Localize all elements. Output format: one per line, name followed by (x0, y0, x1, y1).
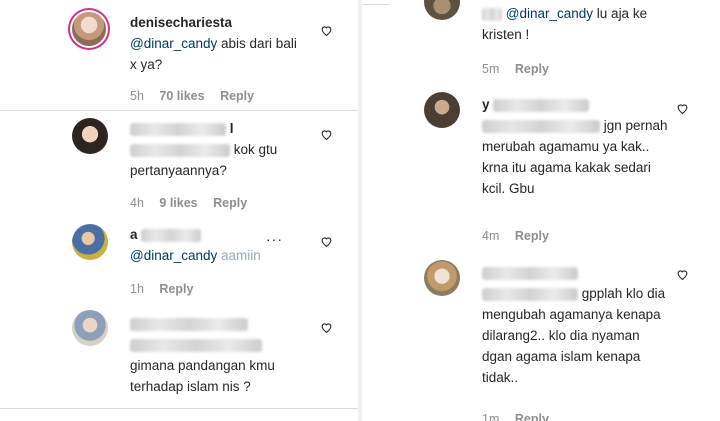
avatar[interactable] (424, 260, 460, 296)
comment-time: 4m (482, 229, 500, 243)
comment-meta: 1h Reply (130, 282, 205, 296)
heart-icon[interactable] (676, 268, 689, 281)
comment-username[interactable]: a (130, 227, 138, 242)
blurred-mention (482, 287, 578, 301)
comment-body: gimana pandangan kmu terhadap islam nis … (130, 313, 310, 397)
comment-likes[interactable]: 70 likes (159, 89, 204, 103)
divider (362, 4, 390, 5)
comment-meta: 4m Reply (482, 229, 561, 243)
comment-mention[interactable]: @dinar_candy (130, 248, 217, 263)
blurred-mention (482, 119, 600, 133)
reply-button[interactable]: Reply (515, 229, 549, 243)
comment-time: 5m (482, 62, 500, 76)
more-options-icon[interactable]: ··· (266, 231, 283, 247)
comment-body: gpplah klo dia mengubah agamanya kenapa … (482, 262, 667, 388)
comment-time: 1m (482, 412, 500, 421)
heart-icon[interactable] (320, 321, 333, 334)
blurred-username (482, 266, 578, 280)
blurred-username (482, 7, 502, 21)
comment-meta: 5m Reply (482, 62, 561, 76)
comment-text: gimana pandangan kmu terhadap islam nis … (130, 358, 275, 394)
comment-meta: 1m Reply (482, 412, 561, 421)
heart-icon[interactable] (320, 128, 333, 141)
heart-icon[interactable] (676, 102, 689, 115)
avatar[interactable] (72, 224, 108, 260)
blurred-username (493, 98, 590, 112)
comments-panel-right: @dinar_candy lu aja ke kristen ! 5m Repl… (362, 0, 720, 421)
comment-mention[interactable]: @dinar_candy (506, 6, 593, 21)
comments-panel-left: denisechariesta @dinar_candy abis dari b… (0, 0, 358, 421)
blurred-mention (130, 143, 230, 157)
blurred-username (141, 228, 202, 242)
comment-body: @dinar_candy lu aja ke kristen ! (482, 3, 672, 45)
comment-body: denisechariesta @dinar_candy abis dari b… (130, 12, 305, 75)
heart-icon[interactable] (320, 24, 333, 37)
blurred-mention (130, 338, 262, 352)
reply-button[interactable]: Reply (220, 89, 254, 103)
comment-meta: 5h 70 likes Reply (130, 89, 266, 103)
avatar[interactable] (72, 118, 108, 154)
comment-time: 5h (130, 89, 144, 103)
reply-button[interactable]: Reply (515, 412, 549, 421)
comment-body: l kok gtu pertanyaannya? (130, 118, 310, 181)
blurred-username (130, 122, 226, 136)
comment-body: y jgn pernah merubah agamamu ya kak.. kr… (482, 94, 672, 199)
comment-time: 4h (130, 196, 144, 210)
comment-username[interactable]: y (482, 97, 490, 112)
reply-button[interactable]: Reply (159, 282, 193, 296)
reply-button[interactable]: Reply (213, 196, 247, 210)
avatar[interactable] (424, 0, 460, 20)
comment-username[interactable]: denisechariesta (130, 15, 232, 30)
comment-likes[interactable]: 9 likes (159, 196, 197, 210)
comment-mention[interactable]: @dinar_candy (130, 36, 217, 51)
comment-text: aamiin (221, 248, 261, 263)
comment-username[interactable]: l (230, 121, 234, 136)
reply-button[interactable]: Reply (515, 62, 549, 76)
comment-time: 1h (130, 282, 144, 296)
divider (0, 110, 358, 111)
blurred-username (130, 317, 248, 331)
comment-meta: 4h 9 likes Reply (130, 196, 259, 210)
avatar[interactable] (72, 12, 106, 46)
heart-icon[interactable] (320, 235, 333, 248)
avatar[interactable] (424, 92, 460, 128)
avatar[interactable] (72, 310, 108, 346)
divider (0, 408, 358, 409)
